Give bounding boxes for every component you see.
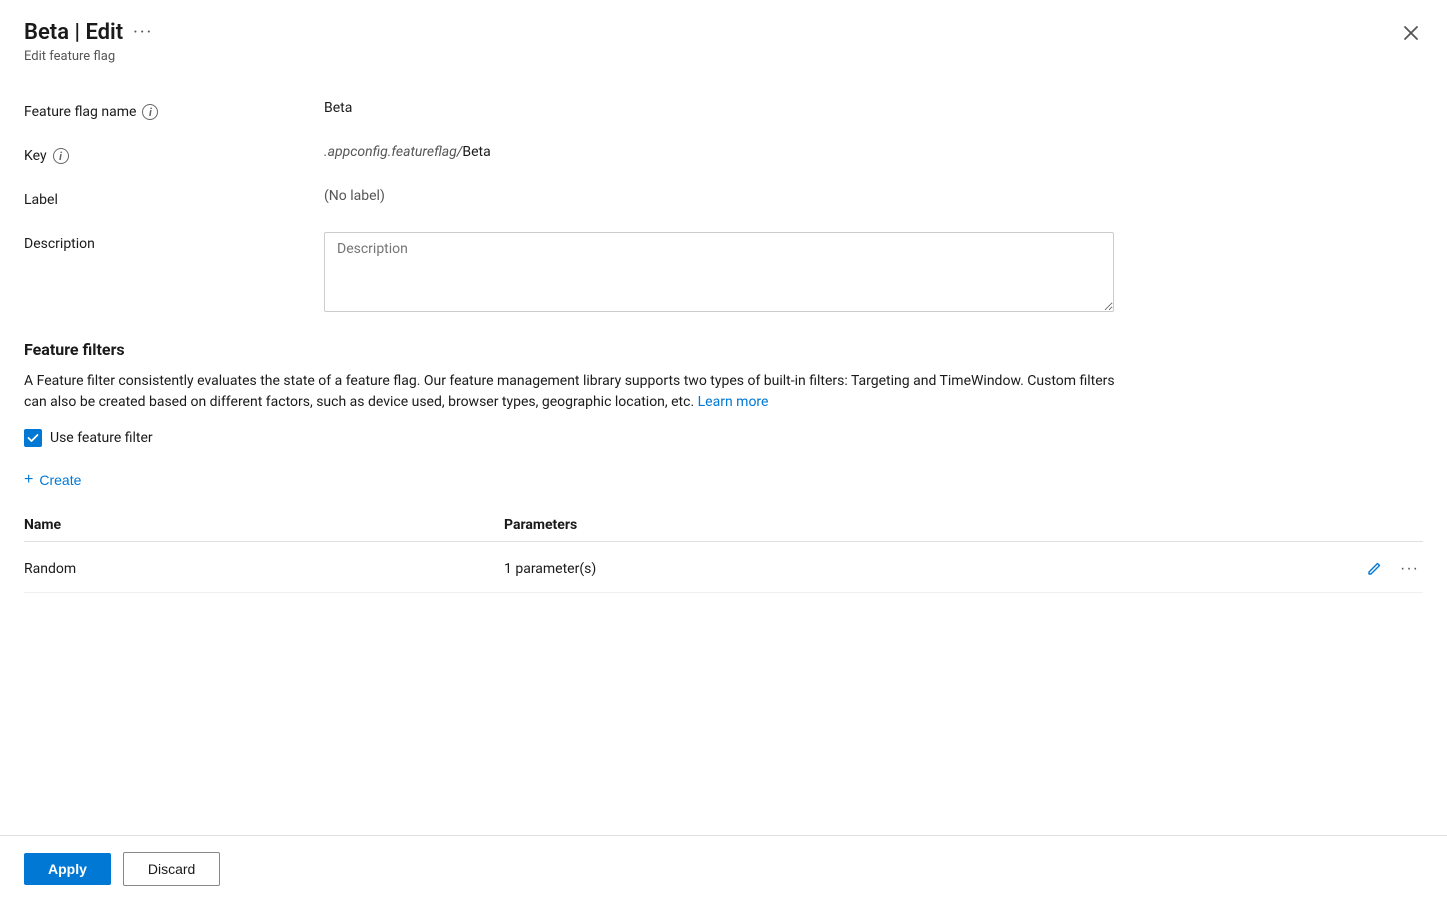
more-row-button[interactable]: ··· — [1396, 556, 1423, 582]
create-filter-label: Create — [39, 472, 81, 488]
key-value: .appconfig.featureflag/Beta — [324, 144, 1423, 160]
close-button[interactable] — [1399, 21, 1423, 45]
panel-header: Beta | Edit ··· Edit feature flag — [0, 0, 1447, 76]
use-feature-filter-row: Use feature filter — [24, 429, 1423, 447]
learn-more-link[interactable]: Learn more — [698, 394, 769, 410]
col-name-header: Name — [24, 517, 504, 533]
filters-table: Name Parameters Random 1 parameter(s) ··… — [24, 509, 1423, 593]
edit-panel: Beta | Edit ··· Edit feature flag Featur… — [0, 0, 1447, 902]
discard-button[interactable]: Discard — [123, 852, 220, 886]
description-input[interactable] — [324, 232, 1114, 312]
plus-icon: + — [24, 471, 33, 489]
row-params: 1 parameter(s) — [504, 561, 1362, 577]
key-prefix: .appconfig.featureflag/ — [324, 144, 462, 160]
use-feature-filter-checkbox[interactable] — [24, 429, 42, 447]
description-field-wrapper — [324, 232, 1423, 316]
key-label: Key i — [24, 144, 324, 164]
table-header: Name Parameters — [24, 509, 1423, 542]
key-name: Beta — [462, 144, 490, 160]
panel-title-left: Beta | Edit ··· — [24, 20, 153, 45]
key-row: Key i .appconfig.featureflag/Beta — [24, 144, 1423, 164]
more-dots: ··· — [1400, 560, 1419, 578]
feature-flag-name-info-icon[interactable]: i — [142, 104, 158, 120]
more-options-icon[interactable]: ··· — [133, 22, 153, 43]
feature-filters-title: Feature filters — [24, 340, 1423, 359]
panel-title: Beta | Edit — [24, 20, 123, 45]
row-actions: ··· — [1362, 556, 1423, 582]
feature-filters-description-text: A Feature filter consistently evaluates … — [24, 373, 1115, 410]
row-name: Random — [24, 561, 504, 577]
create-filter-button[interactable]: + Create — [24, 467, 81, 493]
label-label: Label — [24, 188, 324, 208]
edit-row-button[interactable] — [1362, 557, 1386, 581]
feature-flag-name-value: Beta — [324, 100, 1423, 116]
key-info-icon[interactable]: i — [53, 148, 69, 164]
col-params-header: Parameters — [504, 517, 1423, 533]
panel-subtitle: Edit feature flag — [24, 49, 1423, 64]
panel-content: Feature flag name i Beta Key i .appconfi… — [0, 76, 1447, 835]
use-feature-filter-label: Use feature filter — [50, 430, 153, 446]
feature-filters-description: A Feature filter consistently evaluates … — [24, 371, 1124, 413]
label-value: (No label) — [324, 188, 1423, 204]
feature-flag-name-label: Feature flag name i — [24, 100, 324, 120]
label-row: Label (No label) — [24, 188, 1423, 208]
table-row: Random 1 parameter(s) ··· — [24, 546, 1423, 593]
feature-flag-name-row: Feature flag name i Beta — [24, 100, 1423, 120]
apply-button[interactable]: Apply — [24, 853, 111, 885]
description-label: Description — [24, 232, 324, 252]
panel-footer: Apply Discard — [0, 835, 1447, 902]
description-row: Description — [24, 232, 1423, 316]
